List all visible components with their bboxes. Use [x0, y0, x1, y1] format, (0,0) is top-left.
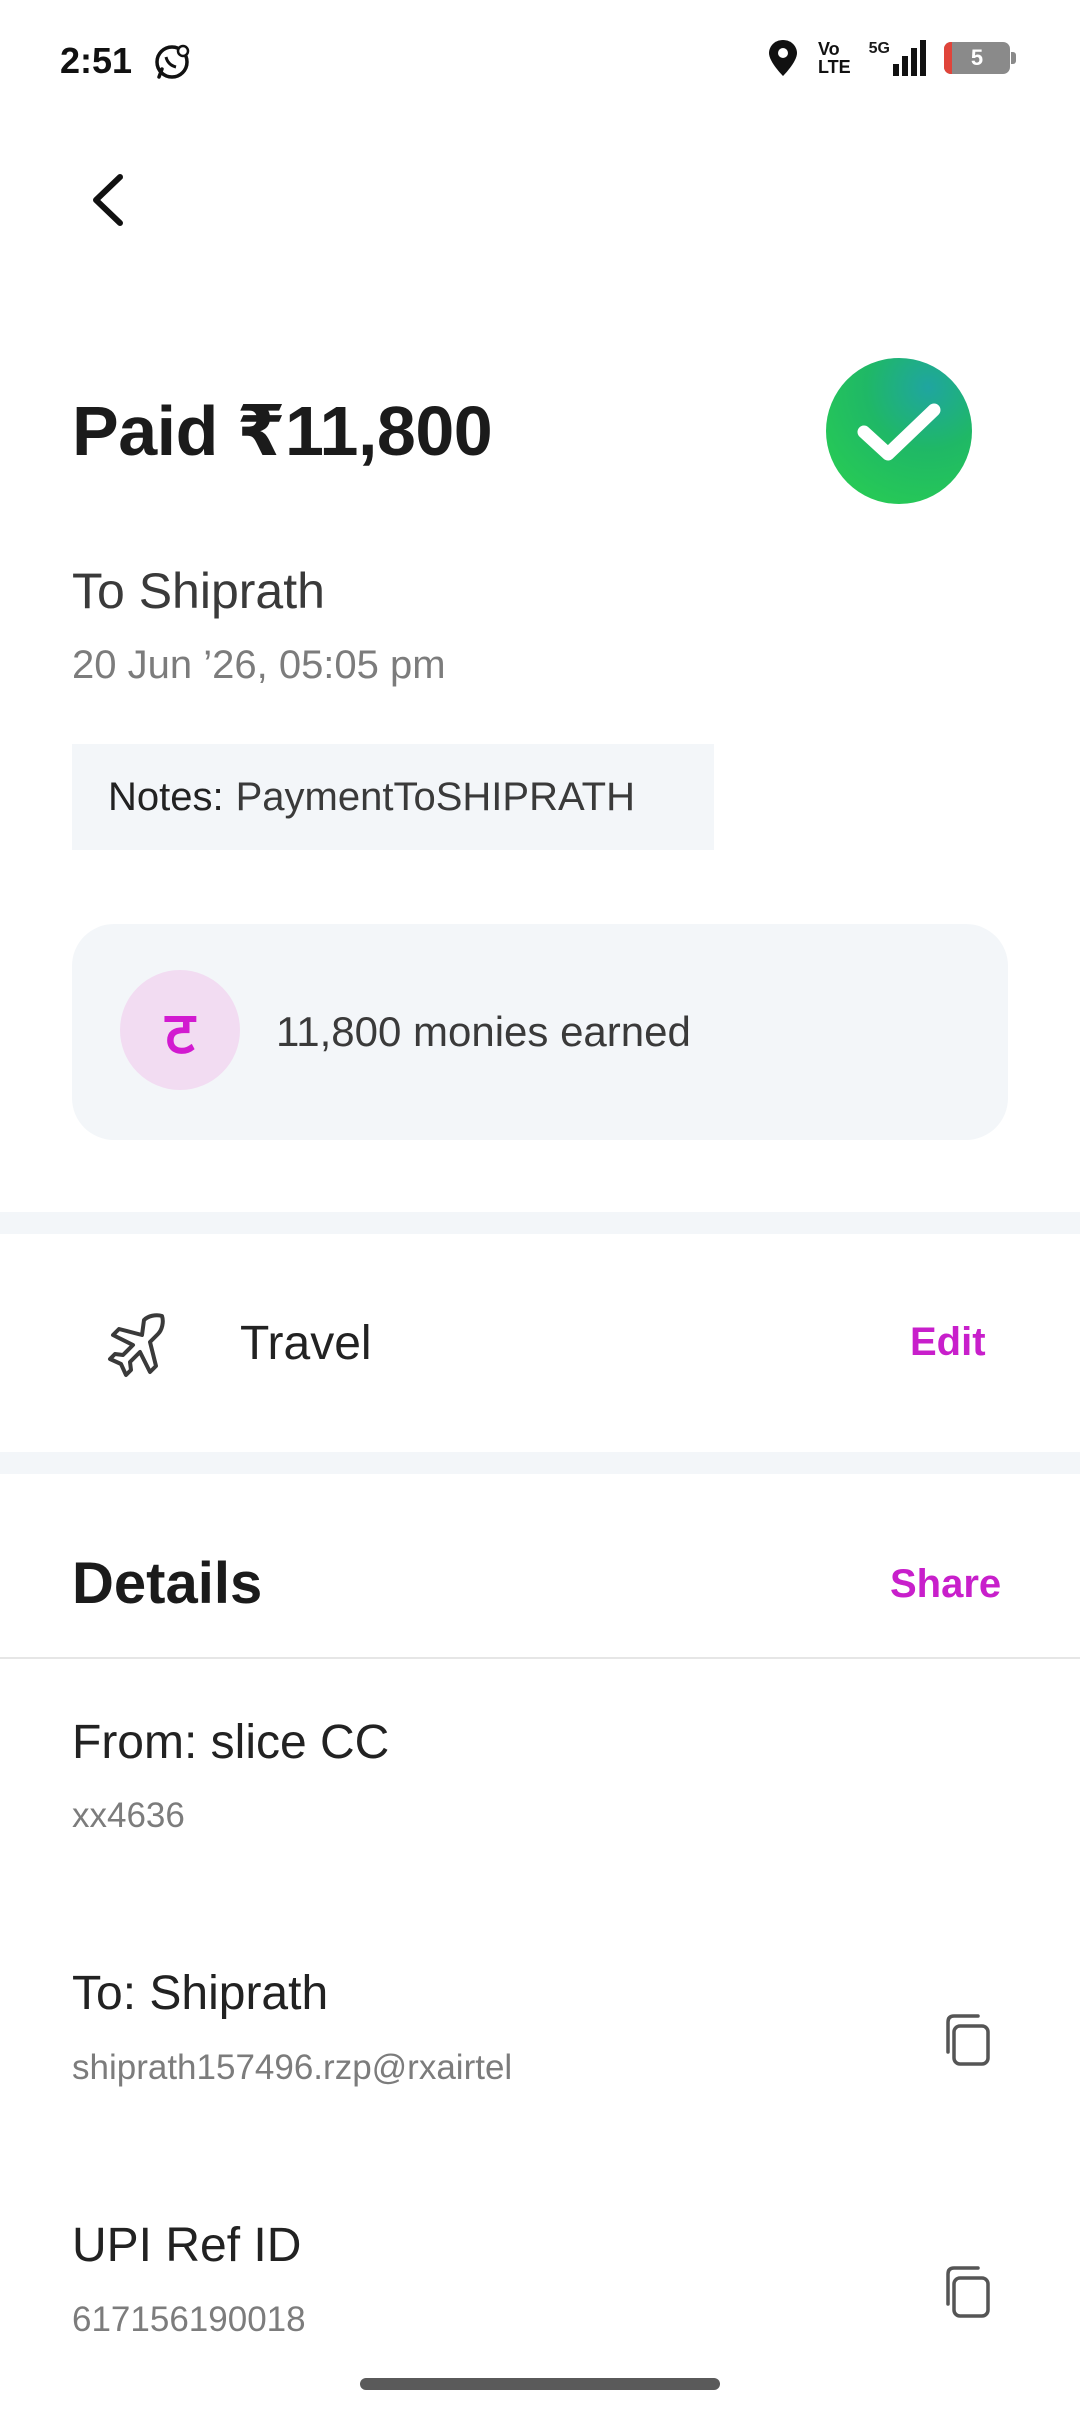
- whatsapp-icon: [155, 44, 190, 79]
- monies-glyph: ट: [165, 1000, 195, 1066]
- signal-icon: 5G: [869, 40, 926, 76]
- copy-icon[interactable]: [940, 2010, 1000, 2070]
- success-check-icon: [826, 358, 972, 504]
- upi-ref-title: UPI Ref ID: [72, 2219, 302, 2272]
- section-separator: [0, 1212, 1080, 1234]
- notes-box: Notes: PaymentToSHIPRATH: [72, 744, 714, 850]
- monies-icon: ट: [120, 970, 240, 1090]
- from-account: xx4636: [72, 1796, 185, 1835]
- status-icons: Vo LTE 5G 5: [766, 38, 1016, 78]
- home-indicator[interactable]: [360, 2378, 720, 2390]
- notes-value: PaymentToSHIPRATH: [235, 774, 635, 819]
- divider: [0, 1657, 1080, 1659]
- back-button[interactable]: [72, 165, 142, 235]
- to-upi-id: shiprath157496.rzp@rxairtel: [72, 2048, 513, 2087]
- notes-label: Notes:: [108, 774, 224, 819]
- recipient-name: To Shiprath: [72, 563, 325, 619]
- battery-level: 5: [970, 45, 984, 70]
- location-icon: [768, 40, 797, 76]
- edit-category-button[interactable]: Edit: [910, 1320, 986, 1365]
- section-separator: [0, 1452, 1080, 1474]
- payment-title: Paid ₹11,800: [72, 392, 493, 470]
- to-title: To: Shiprath: [72, 1967, 329, 2020]
- category-label: Travel: [240, 1317, 372, 1370]
- network-type: 5G: [868, 40, 890, 57]
- from-title: From: slice CC: [72, 1716, 390, 1769]
- battery-icon: 5: [944, 42, 1016, 74]
- payment-datetime: 20 Jun ’26, 05:05 pm: [72, 643, 446, 687]
- share-button[interactable]: Share: [890, 1562, 1001, 1607]
- copy-icon[interactable]: [940, 2262, 1000, 2322]
- airplane-icon: [108, 1313, 165, 1377]
- upi-ref-value: 617156190018: [72, 2300, 306, 2339]
- status-time: 2:51: [60, 40, 133, 81]
- volte-indicator: Vo LTE: [817, 39, 851, 77]
- details-heading: Details: [72, 1551, 263, 1616]
- monies-earned-text: 11,800 monies earned: [276, 1008, 691, 1055]
